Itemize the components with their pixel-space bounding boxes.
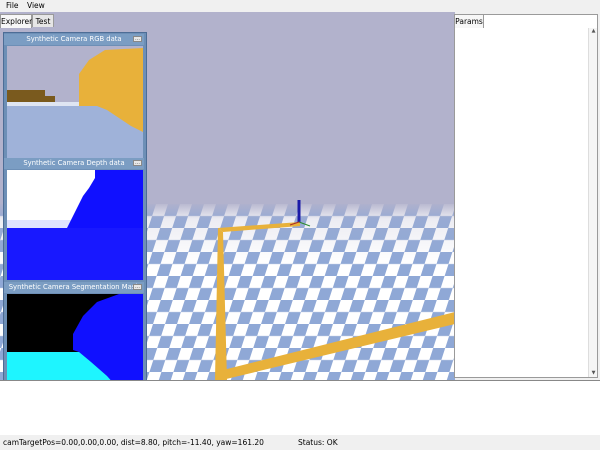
params-body xyxy=(455,28,587,377)
camera-seg-title: Synthetic Camera Segmentation Mask xyxy=(4,282,144,293)
tab-test[interactable]: Test xyxy=(32,14,54,27)
camera-rgb-menu-button[interactable]: … xyxy=(133,36,142,42)
camera-depth-image xyxy=(7,170,143,280)
console-area[interactable] xyxy=(0,380,600,435)
menu-file[interactable]: File xyxy=(6,1,19,10)
tab-params[interactable]: Params xyxy=(454,14,484,28)
status-bar: camTargetPos=0.00,0.00,0.00, dist=8.80, … xyxy=(0,435,600,450)
camera-rgb-image xyxy=(7,46,143,158)
params-scrollbar[interactable]: ▲ ▼ xyxy=(588,28,597,377)
tab-explorer[interactable]: Explorer xyxy=(0,14,32,28)
camera-status: camTargetPos=0.00,0.00,0.00, dist=8.80, … xyxy=(3,438,264,447)
camera-seg-menu-button[interactable]: … xyxy=(133,284,142,290)
camera-depth-title: Synthetic Camera Depth data xyxy=(4,158,144,169)
camera-rgb-title: Synthetic Camera RGB data xyxy=(4,34,144,45)
scroll-down-icon[interactable]: ▼ xyxy=(590,370,597,377)
menu-view[interactable]: View xyxy=(27,1,45,10)
scroll-up-icon[interactable]: ▲ xyxy=(590,28,597,35)
camera-depth-menu-button[interactable]: … xyxy=(133,160,142,166)
menu-bar: File View xyxy=(0,0,600,12)
status-ok: Status: OK xyxy=(298,438,338,447)
